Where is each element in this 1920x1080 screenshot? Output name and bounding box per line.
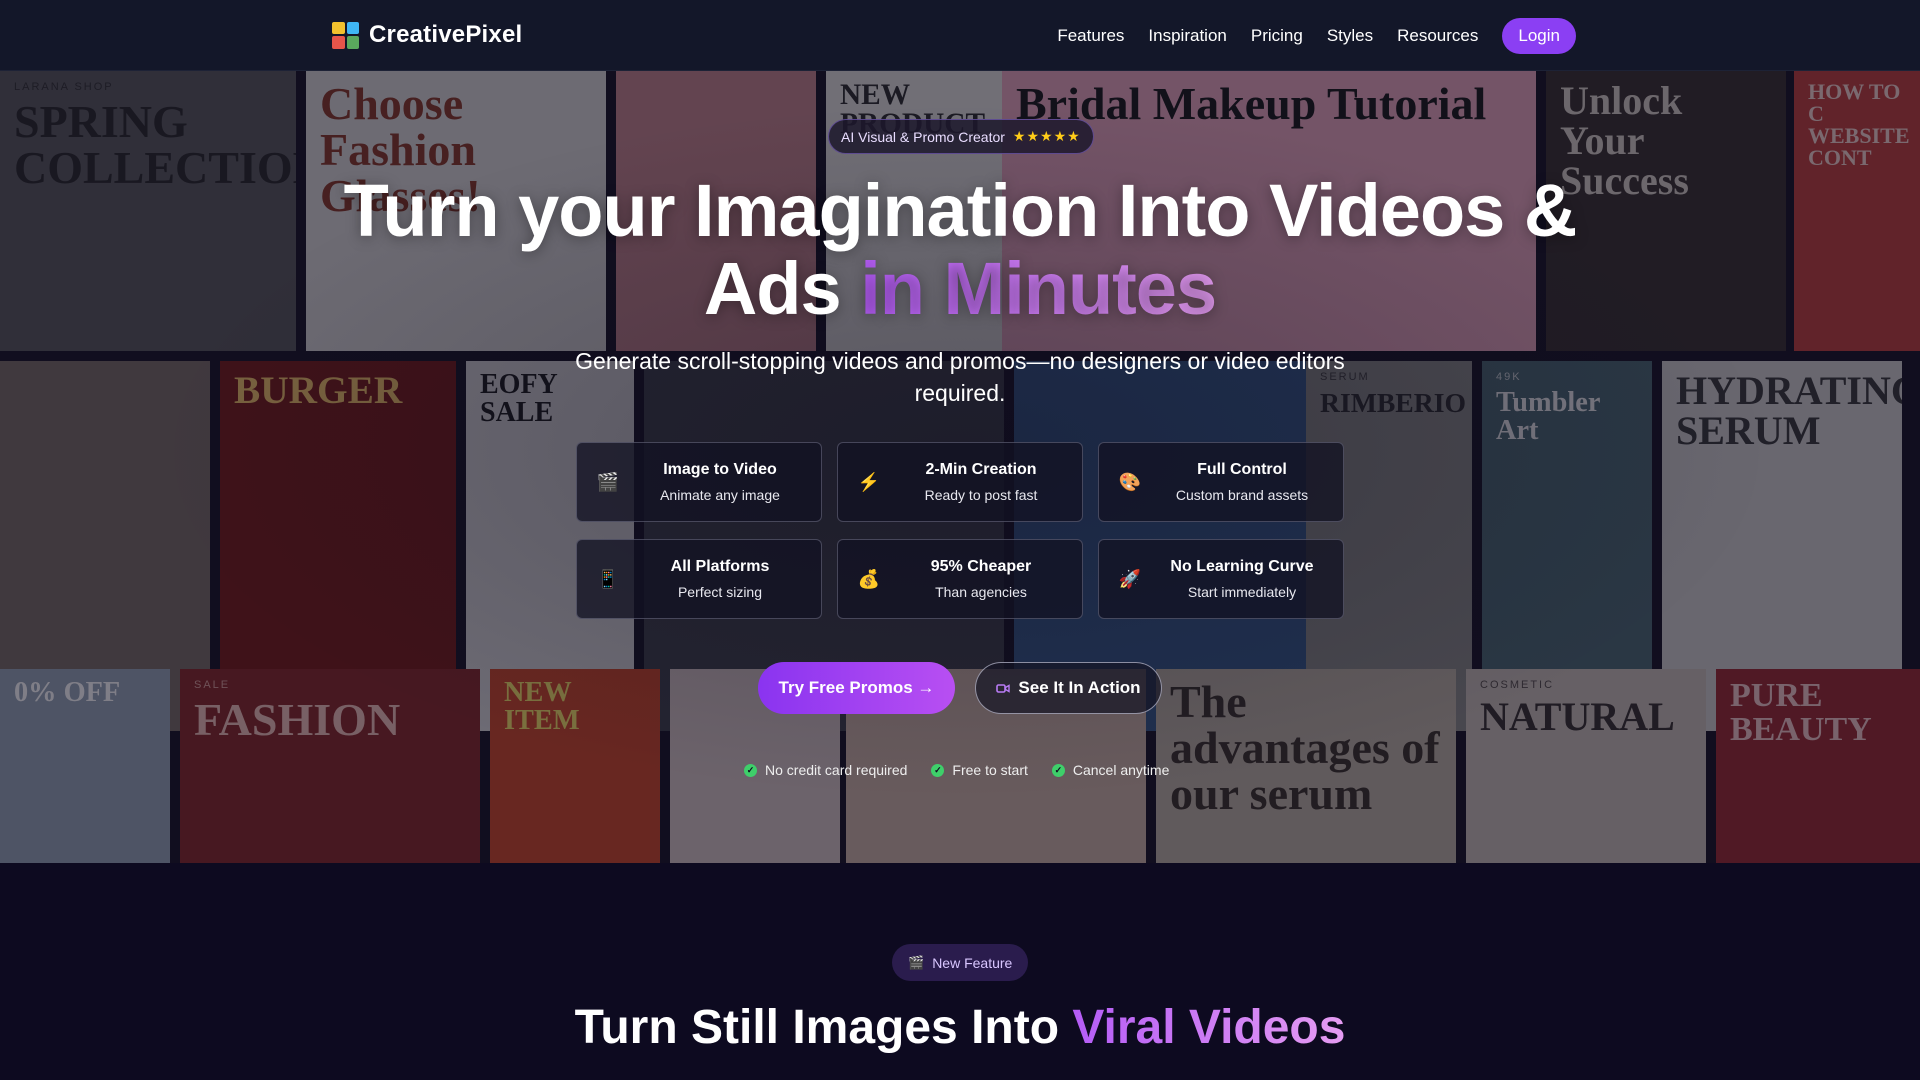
new-feature-heading-highlight: Viral Videos	[1072, 1001, 1346, 1054]
nav-link-features[interactable]: Features	[1057, 26, 1124, 46]
feature-subtitle: Animate any image	[660, 487, 780, 503]
clapper-icon: 🎬	[908, 954, 925, 970]
phone-icon: 📱	[596, 568, 620, 589]
check-icon: ✓	[931, 763, 945, 777]
feature-subtitle: Perfect sizing	[677, 584, 763, 600]
feature-subtitle: Custom brand assets	[1175, 487, 1309, 503]
brand-name: CreativePixel	[369, 21, 523, 48]
nav-link-resources[interactable]: Resources	[1397, 26, 1478, 46]
feature-card-image-to-video: 🎬 Image to Video Animate any image	[576, 442, 822, 522]
hero-badge: AI Visual & Promo Creator ★★★★★	[828, 119, 1094, 154]
trust-item: ✓ No credit card required	[744, 762, 907, 778]
trust-item: ✓ Cancel anytime	[1051, 762, 1170, 778]
feature-card-2-min-creation: ⚡ 2-Min Creation Ready to post fast	[837, 442, 1083, 522]
hero-headline: Turn your Imagination Into Videos & Ads …	[300, 172, 1620, 328]
clapper-icon: 🎬	[596, 471, 620, 492]
new-feature-heading-plain: Turn Still Images Into	[574, 1001, 1060, 1054]
top-navbar: CreativePixel Features Inspiration Prici…	[0, 0, 1920, 71]
feature-title: Image to Video	[663, 461, 777, 478]
trust-label: Cancel anytime	[1072, 762, 1170, 778]
hero-headline-line2: Ads	[703, 247, 842, 330]
feature-subtitle: Start immediately	[1187, 584, 1297, 600]
feature-title: 2-Min Creation	[925, 461, 1037, 478]
nav-link-pricing[interactable]: Pricing	[1251, 26, 1303, 46]
check-icon: ✓	[744, 763, 757, 777]
trust-indicators: ✓ No credit card required ✓ Free to start …	[744, 762, 1169, 778]
hero-headline-highlight: in Minutes	[860, 247, 1217, 330]
trust-label: No credit card required	[765, 762, 908, 778]
lightning-icon: ⚡	[857, 471, 881, 492]
new-feature-section: 🎬 New Feature Turn Still Images Into Vir…	[0, 863, 1920, 1080]
trust-label: Free to start	[952, 762, 1028, 778]
money-bag-icon: 💰	[857, 568, 881, 589]
try-free-promos-button[interactable]: Try Free Promos →	[758, 662, 955, 714]
hero-headline-line1: Turn your Imagination Into Videos &	[343, 169, 1578, 252]
feature-title: Full Control	[1197, 461, 1287, 478]
hero-subtitle: Generate scroll-stopping videos and prom…	[575, 348, 1345, 406]
palette-icon: 🎨	[1118, 471, 1142, 492]
rocket-icon: 🚀	[1118, 568, 1142, 589]
feature-cards: 🎬 Image to Video Animate any image ⚡ 2-Mi…	[576, 442, 1344, 619]
new-feature-label: New Feature	[932, 954, 1013, 971]
hero-badge-label: AI Visual & Promo Creator	[841, 128, 1005, 145]
feature-title: No Learning Curve	[1170, 558, 1314, 575]
see-it-in-action-button[interactable]: See It In Action	[975, 662, 1162, 714]
feature-subtitle: Than agencies	[935, 584, 1027, 600]
new-feature-pill: 🎬 New Feature	[892, 944, 1029, 981]
new-feature-heading: Turn Still Images Into Viral Videos	[0, 1000, 1920, 1055]
feature-title: All Platforms	[670, 558, 770, 575]
trust-item: ✓ Free to start	[931, 762, 1028, 778]
login-button[interactable]: Login	[1502, 17, 1576, 54]
feature-subtitle: Ready to post fast	[924, 487, 1038, 503]
brand-logo-icon	[332, 21, 359, 49]
brand[interactable]: CreativePixel	[332, 21, 522, 49]
video-camera-icon	[996, 683, 1011, 693]
feature-card-no-learning-curve: 🚀 No Learning Curve Start immediately	[1098, 539, 1344, 619]
feature-title: 95% Cheaper	[930, 558, 1032, 575]
feature-card-95-cheaper: 💰 95% Cheaper Than agencies	[837, 539, 1083, 619]
feature-card-all-platforms: 📱 All Platforms Perfect sizing	[576, 539, 822, 619]
star-rating-icon: ★★★★★	[1012, 128, 1081, 144]
nav-link-styles[interactable]: Styles	[1327, 26, 1373, 46]
check-icon: ✓	[1051, 763, 1065, 777]
feature-card-full-control: 🎨 Full Control Custom brand assets	[1098, 442, 1344, 522]
nav-menu: Features Inspiration Pricing Styles Reso…	[1057, 0, 1576, 71]
see-it-in-action-label: See It In Action	[1018, 678, 1141, 697]
nav-link-inspiration[interactable]: Inspiration	[1148, 26, 1226, 46]
